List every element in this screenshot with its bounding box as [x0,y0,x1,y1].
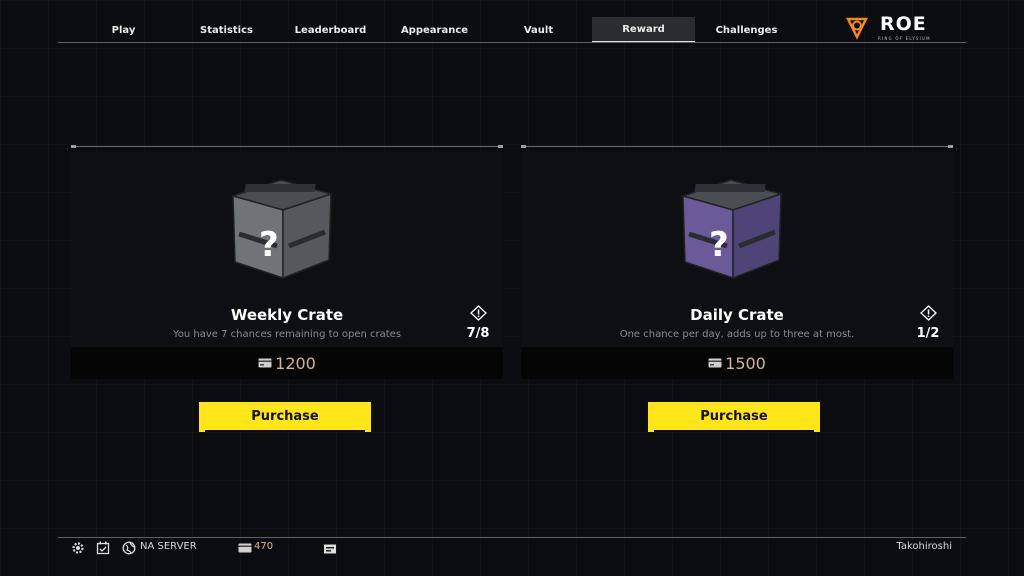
roe-logo: ROE RING OF ELYSIUM [845,13,957,44]
card-top-border [521,145,953,148]
currency-icon [708,358,722,368]
info-icon[interactable] [920,305,937,321]
footer-bar: NA SERVER 470 Takohiroshi [58,537,966,561]
crate-price: 1200 [275,353,316,373]
calendar-icon[interactable] [96,541,110,555]
weekly-purchase-button[interactable]: Purchase [199,402,371,432]
crate-description: You have 7 chances remaining to open cra… [172,329,402,340]
daily-purchase-button[interactable]: Purchase [648,402,820,432]
tab-leaderboard[interactable]: Leaderboard [279,17,382,43]
card-top-border [71,145,503,148]
crate-title: Daily Crate [690,306,784,324]
tab-statistics[interactable]: Statistics [175,17,278,43]
top-nav: Play Statistics Leaderboard Appearance V… [58,17,966,43]
logo-word: ROE [880,13,927,35]
tab-label: Appearance [400,24,469,36]
tab-label: Play [111,24,136,36]
svg-text:?: ? [709,225,729,265]
currency-icon [258,358,272,368]
tab-label: Vault [523,24,554,36]
svg-text:?: ? [259,225,279,265]
currency-icon [238,543,252,553]
crate-count: 7/8 [466,326,490,341]
crate-price: 1500 [725,353,766,373]
globe-icon[interactable] [122,541,136,555]
crate-count: 1/2 [916,326,940,341]
ticket-icon[interactable] [323,542,337,556]
daily-crate-image: ? [680,179,784,280]
price-bar: 1500 [521,347,953,379]
gear-icon[interactable] [71,541,85,555]
crate-title: Weekly Crate [230,306,344,324]
weekly-crate-card: ? Weekly Crate You have 7 chances remain… [71,145,503,379]
tab-label: Reward [622,23,665,35]
nav-divider [58,42,966,43]
weekly-crate-image: ? [230,179,334,280]
server-label[interactable]: NA SERVER [140,541,197,552]
tab-label: Statistics [200,24,253,36]
tab-reward[interactable]: Reward [592,17,695,43]
logo-emblem-icon [845,17,869,40]
username[interactable]: Takohiroshi [896,541,952,552]
logo-subtitle: RING OF ELYSIUM [878,36,931,41]
tab-play[interactable]: Play [72,17,175,43]
tab-vault[interactable]: Vault [487,17,590,43]
footer-divider [58,537,966,538]
info-icon[interactable] [470,305,487,321]
tab-label: Challenges [715,24,778,36]
daily-crate-card: ? Daily Crate One chance per day, adds u… [521,145,953,379]
tab-appearance[interactable]: Appearance [383,17,486,43]
crate-description: One chance per day, adds up to three at … [619,329,855,340]
tab-challenges[interactable]: Challenges [695,17,798,43]
tab-label: Leaderboard [294,24,367,36]
price-bar: 1200 [71,347,503,379]
currency-amount: 470 [254,541,274,552]
